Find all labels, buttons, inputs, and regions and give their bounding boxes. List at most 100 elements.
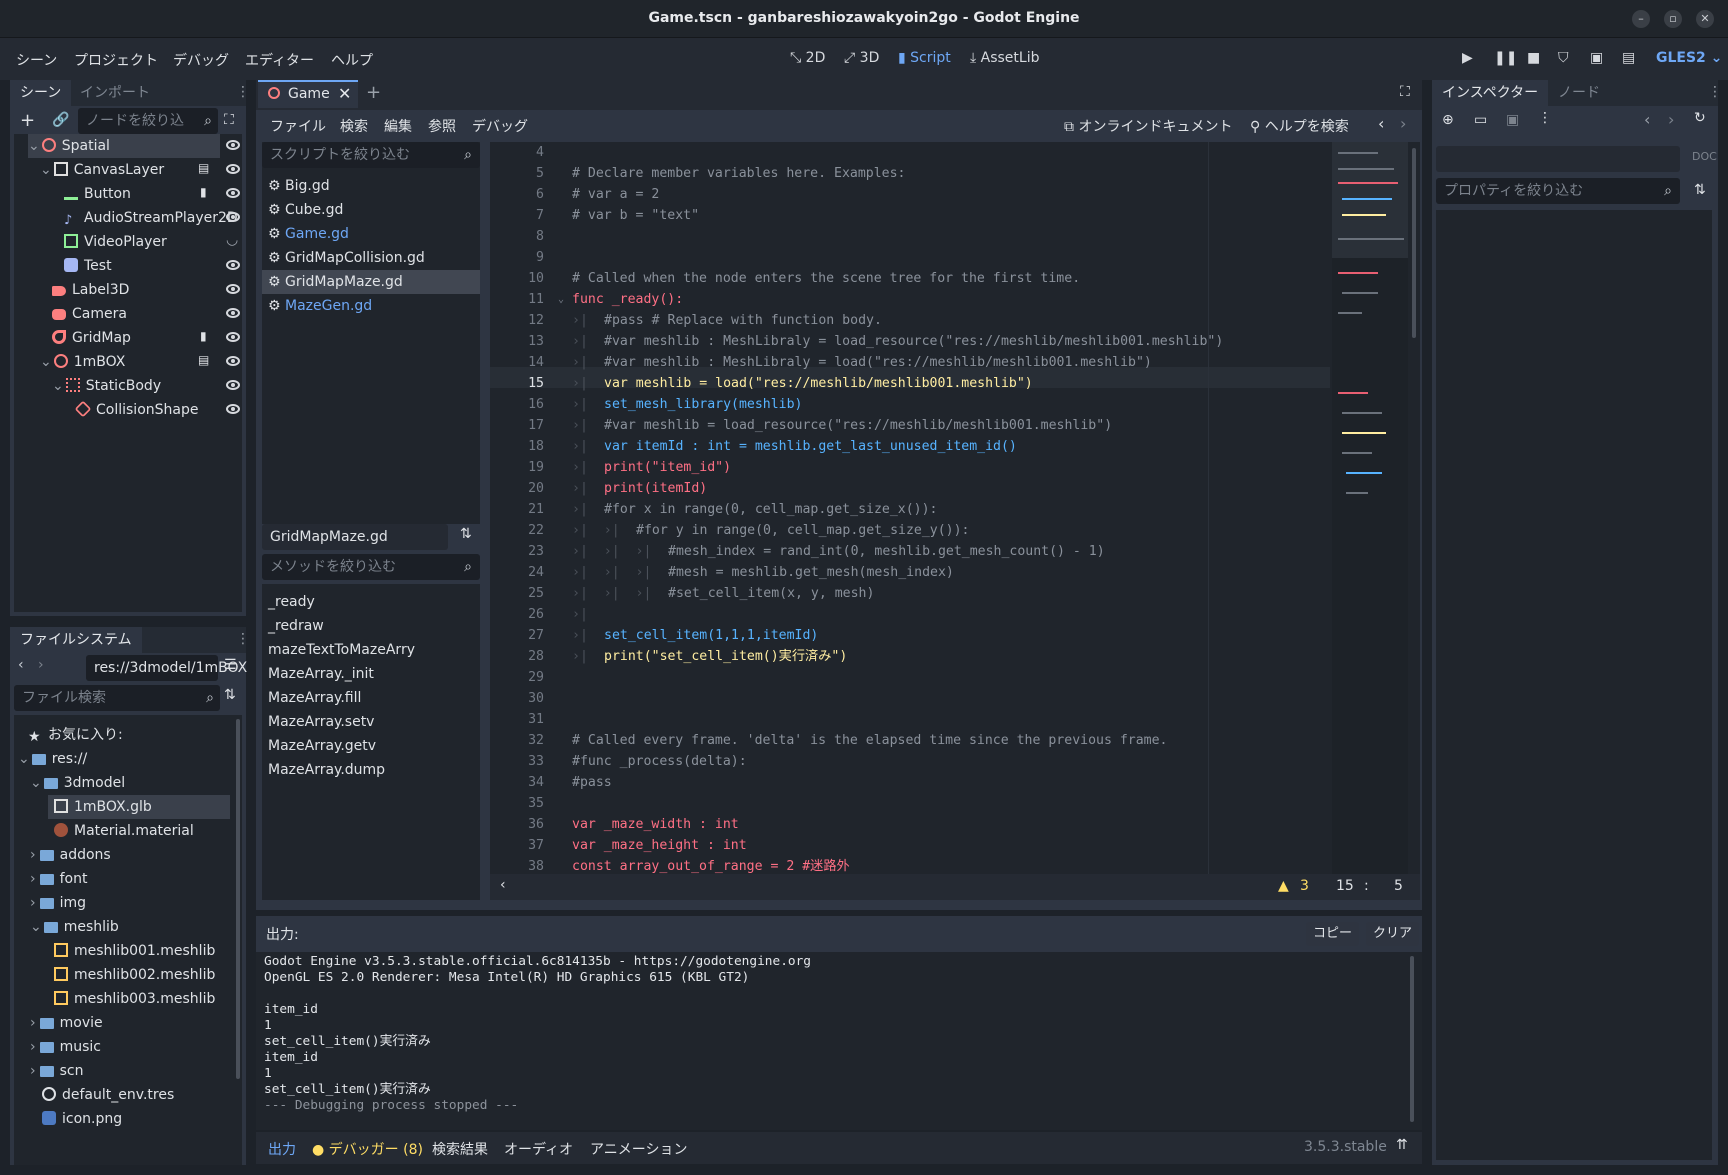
property-filter-input[interactable]: プロパティを絞り込む ⌕ <box>1436 178 1680 204</box>
menu-editor[interactable]: エディター <box>245 50 314 70</box>
mode-3d-button[interactable]: ⤢ 3D <box>844 50 879 66</box>
scrollbar[interactable] <box>236 719 240 1079</box>
method-item[interactable]: MazeArray.setv <box>262 710 480 734</box>
method-item[interactable]: MazeArray.getv <box>262 734 480 758</box>
history-forward-icon[interactable]: › <box>1400 114 1406 133</box>
mode-script-button[interactable]: ▮ Script <box>898 50 951 66</box>
script-icon[interactable]: ▮ <box>200 185 207 199</box>
pause-icon[interactable]: ❚❚ <box>1494 50 1517 66</box>
play-icon[interactable]: ▶ <box>1462 50 1473 66</box>
minimize-button[interactable]: – <box>1632 10 1650 28</box>
scrollbar[interactable] <box>1412 148 1416 338</box>
play-scene-icon[interactable]: ⛉ <box>1558 50 1569 66</box>
tree-node-collisionshape[interactable]: CollisionShape <box>74 398 198 422</box>
file-default-env[interactable]: default_env.tres <box>42 1083 174 1107</box>
fold-icon[interactable]: ⌄ <box>558 289 564 310</box>
folder-res[interactable]: ⌄ res:// <box>18 747 87 771</box>
tab-inspector[interactable]: インスペクター <box>1432 80 1549 106</box>
copy-button[interactable]: コピー <box>1306 922 1360 946</box>
file-search-input[interactable]: ファイル検索 ⌕ <box>14 685 220 711</box>
file-material[interactable]: Material.material <box>54 819 194 843</box>
visibility-icon[interactable] <box>226 260 240 270</box>
visibility-icon[interactable] <box>226 332 240 342</box>
menu-debug[interactable]: デバッグ <box>173 50 229 70</box>
method-item[interactable]: mazeTextToMazeArry <box>262 638 480 662</box>
tree-node-1mbox[interactable]: ⌄ 1mBOX <box>40 350 125 374</box>
script-item[interactable]: ⚙ GridMapCollision.gd <box>262 246 480 270</box>
toggle-scripts-panel-icon[interactable]: ‹ <box>500 877 506 893</box>
close-icon[interactable]: ✕ <box>338 84 351 103</box>
play-custom-scene-icon[interactable]: ▤ <box>1622 50 1635 66</box>
folder-music[interactable]: › music <box>30 1035 101 1059</box>
node-filter-input[interactable]: ノードを絞り込 ⌕ <box>78 108 218 134</box>
script-item[interactable]: ⚙ MazeGen.gd <box>262 294 480 318</box>
sort-icon[interactable]: ⇅ <box>1694 182 1706 198</box>
dock-menu-icon[interactable]: ⋮ <box>1708 84 1722 100</box>
history-back-icon[interactable]: ‹ <box>1378 114 1384 133</box>
folder-movie[interactable]: › movie <box>30 1011 103 1035</box>
script-item[interactable]: ⚙ Big.gd <box>262 174 480 198</box>
doc-icon[interactable]: DOC <box>1692 150 1717 163</box>
script-menu-edit[interactable]: 編集 <box>384 116 412 136</box>
save-icon[interactable]: ▣ <box>1506 112 1519 128</box>
tab-node[interactable]: ノード <box>1548 80 1610 106</box>
tab-scene[interactable]: シーン <box>10 80 72 106</box>
output-log[interactable]: Godot Engine v3.5.3.stable.official.6c81… <box>256 952 1422 1130</box>
close-button[interactable]: ✕ <box>1696 10 1714 28</box>
scene-instance-icon[interactable]: ▤ <box>198 161 209 175</box>
method-item[interactable]: MazeArray.dump <box>262 758 480 782</box>
history-forward-icon[interactable]: › <box>1668 110 1674 129</box>
clear-button[interactable]: クリア <box>1366 922 1420 946</box>
file-icon-png[interactable]: icon.png <box>42 1107 122 1131</box>
maximize-button[interactable]: ▫ <box>1664 10 1682 28</box>
visibility-icon[interactable] <box>226 188 240 198</box>
tab-search-results[interactable]: 検索結果 <box>432 1139 488 1159</box>
renderer-select[interactable]: GLES2 ⌄ <box>1656 50 1722 66</box>
tree-node-camera[interactable]: Camera <box>52 302 127 326</box>
method-item[interactable]: _ready <box>262 590 480 614</box>
script-menu-debug[interactable]: デバッグ <box>472 116 528 136</box>
back-icon[interactable]: ‹ <box>18 657 24 673</box>
expand-panel-icon[interactable]: ⇈ <box>1396 1137 1408 1153</box>
tab-import[interactable]: インポート <box>70 80 160 106</box>
visibility-icon[interactable] <box>226 308 240 318</box>
tree-node-audiostreamplayer2d[interactable]: ♪ AudioStreamPlayer2D <box>64 206 238 230</box>
script-item[interactable]: ⚙ Game.gd <box>262 222 480 246</box>
play-current-scene-icon[interactable]: ▣ <box>1590 50 1603 66</box>
file-meshlib001[interactable]: meshlib001.meshlib <box>54 939 215 963</box>
tree-node-label3d[interactable]: Label3D <box>52 278 129 302</box>
history-icon[interactable]: ↻ <box>1694 110 1706 126</box>
tree-node-button[interactable]: Button <box>64 182 131 206</box>
add-tab-icon[interactable]: + <box>366 82 381 103</box>
tab-audio[interactable]: オーディオ <box>504 1139 573 1159</box>
add-node-icon[interactable]: + <box>20 110 35 131</box>
visibility-icon[interactable] <box>226 284 240 294</box>
mode-2d-button[interactable]: ⤡ 2D <box>790 50 825 66</box>
folder-img[interactable]: › img <box>30 891 86 915</box>
visibility-icon[interactable] <box>226 380 240 390</box>
folder-meshlib[interactable]: ⌄ meshlib <box>30 915 119 939</box>
visibility-icon[interactable] <box>226 140 240 150</box>
warning-icon[interactable]: ▲ <box>1278 878 1289 894</box>
folder-3dmodel[interactable]: ⌄ 3dmodel <box>30 771 125 795</box>
stop-icon[interactable]: ■ <box>1527 50 1540 66</box>
split-view-icon[interactable]: ☰ <box>224 657 237 673</box>
forward-icon[interactable]: › <box>38 657 44 673</box>
open-folder-icon[interactable]: ▭ <box>1474 112 1487 128</box>
path-field[interactable]: res://3dmodel/1mBOX <box>86 655 247 681</box>
history-back-icon[interactable]: ‹ <box>1644 110 1650 129</box>
folder-font[interactable]: › font <box>30 867 87 891</box>
folder-addons[interactable]: › addons <box>30 843 111 867</box>
dock-menu-icon[interactable]: ⋮ <box>236 84 250 100</box>
object-selector[interactable] <box>1436 146 1680 172</box>
mode-assetlib-button[interactable]: ⤓ AssetLib <box>970 50 1039 66</box>
folder-scn[interactable]: › scn <box>30 1059 83 1083</box>
more-options-icon[interactable]: ⋮ <box>1538 110 1552 126</box>
tree-node-gridmap[interactable]: GridMap <box>52 326 131 350</box>
menu-help[interactable]: ヘルプ <box>331 50 373 70</box>
tree-node-canvaslayer[interactable]: ⌄ CanvasLayer <box>40 158 164 182</box>
dock-menu-icon[interactable]: ⋮ <box>236 631 250 647</box>
scene-instance-icon[interactable]: ▤ <box>198 353 209 367</box>
sort-icon[interactable]: ⇅ <box>224 687 236 703</box>
online-docs-button[interactable]: ⧉ オンラインドキュメント <box>1064 116 1232 136</box>
